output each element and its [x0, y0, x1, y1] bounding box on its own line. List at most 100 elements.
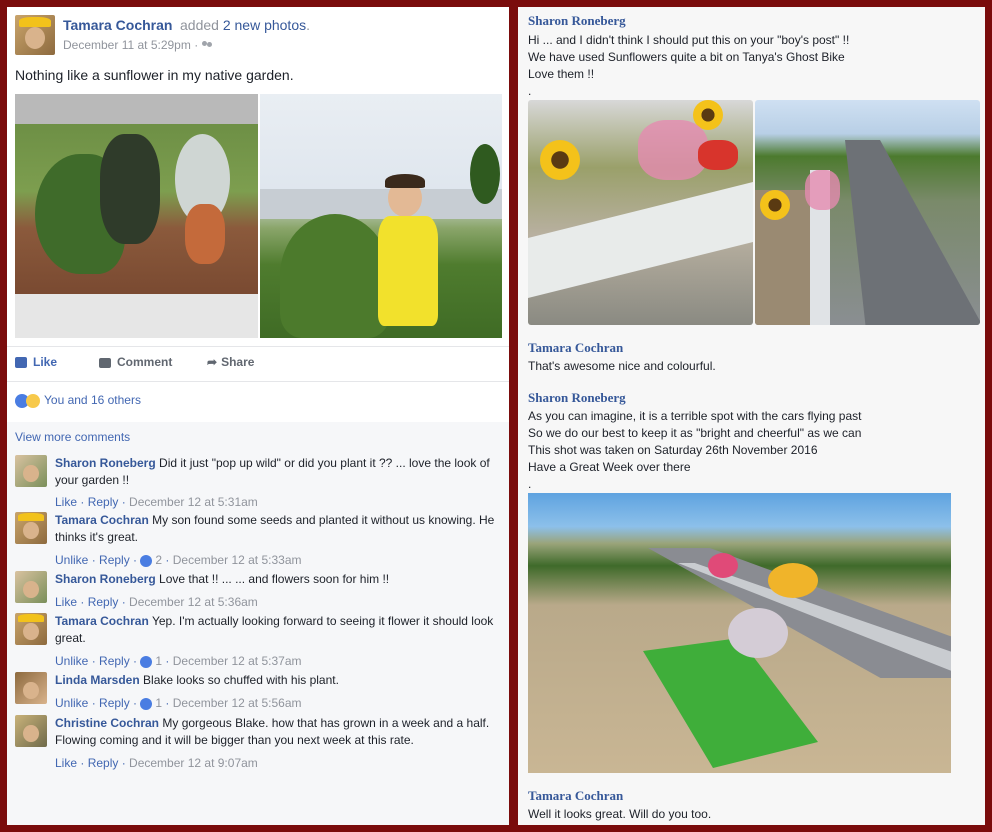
- haha-reaction-icon: [26, 393, 40, 408]
- author-avatar[interactable]: [15, 15, 55, 55]
- message-thread: Sharon Roneberg Hi ... and I didn't thin…: [518, 7, 985, 825]
- message-author[interactable]: Tamara Cochran: [528, 340, 623, 356]
- comment-label: Comment: [117, 355, 173, 369]
- comment-meta: Like · Reply · December 12 at 9:07am: [55, 756, 258, 770]
- reactions-summary[interactable]: You and 16 others: [15, 393, 141, 408]
- commenter-name[interactable]: Tamara Cochran: [55, 614, 149, 628]
- like-count-icon: [140, 655, 153, 668]
- commenter-avatar[interactable]: [15, 571, 47, 603]
- message-line: This shot was taken on Saturday 26th Nov…: [528, 443, 818, 457]
- comment-reply-link[interactable]: Reply: [99, 654, 130, 668]
- post-text: Nothing like a sunflower in my native ga…: [15, 67, 294, 83]
- comment-unlike-link[interactable]: Unlike: [55, 553, 88, 567]
- post-author[interactable]: Tamara Cochran: [63, 17, 172, 33]
- commenter-avatar[interactable]: [15, 613, 47, 645]
- message-line: So we do our best to keep it as "bright …: [528, 426, 862, 440]
- comment-text: Love that !! ... ... and flowers soon fo…: [159, 572, 390, 586]
- garden-sunflower-photo[interactable]: [15, 94, 258, 338]
- maroon-frame: Tamara Cochran added 2 new photos. Decem…: [0, 0, 992, 832]
- comment-icon: [99, 357, 111, 368]
- comment-reply-link[interactable]: Reply: [88, 756, 119, 770]
- view-more-comments[interactable]: View more comments: [15, 430, 130, 444]
- roadside-memorial-photo[interactable]: [755, 100, 980, 325]
- comment-body: Tamara Cochran My son found some seeds a…: [55, 512, 501, 546]
- commenter-name[interactable]: Christine Cochran: [55, 716, 159, 730]
- commenter-avatar[interactable]: [15, 715, 47, 747]
- comment-body: Sharon Roneberg Love that !! ... ... and…: [55, 571, 501, 588]
- comment-time[interactable]: December 12 at 5:33am: [173, 553, 302, 567]
- comment-meta: Like · Reply · December 12 at 5:31am: [55, 495, 258, 509]
- comment-like-link[interactable]: Like: [55, 595, 77, 609]
- post-timestamp: December 11 at 5:29pm ·: [63, 38, 213, 52]
- action-suffix: .: [306, 17, 311, 33]
- commenter-name[interactable]: Sharon Roneberg: [55, 572, 156, 586]
- comment-unlike-link[interactable]: Unlike: [55, 654, 88, 668]
- comment-like-link[interactable]: Like: [55, 495, 77, 509]
- share-button[interactable]: ➦ Share: [207, 355, 254, 369]
- timestamp-text[interactable]: December 11 at 5:29pm: [63, 38, 191, 52]
- message-author[interactable]: Sharon Roneberg: [528, 390, 626, 406]
- commenter-avatar[interactable]: [15, 455, 47, 487]
- like-count[interactable]: 2: [155, 553, 162, 567]
- message-line: Well it looks great. Will do you too.: [528, 807, 712, 821]
- share-label: Share: [221, 355, 255, 369]
- message-line: That's awesome nice and colourful.: [528, 359, 716, 373]
- message-line: .: [528, 477, 532, 491]
- message-line: .: [528, 84, 532, 98]
- comment-time[interactable]: December 12 at 5:31am: [129, 495, 258, 509]
- like-count-icon: [140, 554, 153, 567]
- comment-reply-link[interactable]: Reply: [99, 696, 130, 710]
- action-prefix: added: [180, 17, 219, 33]
- new-photos-link[interactable]: 2 new photos: [223, 17, 306, 33]
- like-label: Like: [33, 355, 58, 369]
- memorial-wide-photo[interactable]: [528, 493, 951, 773]
- share-icon: ➦: [207, 355, 218, 369]
- thumbs-up-icon: [15, 357, 27, 369]
- message-text: As you can imagine, it is a terrible spo…: [528, 408, 862, 493]
- divider: [7, 346, 509, 347]
- commenter-name[interactable]: Linda Marsden: [55, 673, 140, 687]
- friends-audience-icon[interactable]: [202, 41, 213, 50]
- comment-reply-link[interactable]: Reply: [88, 595, 119, 609]
- message-text: Well it looks great. Will do you too.: [528, 806, 711, 823]
- commenter-name[interactable]: Sharon Roneberg: [55, 456, 156, 470]
- comment-reply-link[interactable]: Reply: [99, 553, 130, 567]
- comment-reply-link[interactable]: Reply: [88, 495, 119, 509]
- post-action-text: added 2 new photos.: [180, 17, 310, 33]
- boy-with-sunflower-photo[interactable]: [260, 94, 502, 338]
- comment-button[interactable]: Comment: [99, 355, 172, 369]
- message-line: Have a Great Week over there: [528, 460, 691, 474]
- commenter-avatar[interactable]: [15, 512, 47, 544]
- message-author[interactable]: Tamara Cochran: [528, 788, 623, 804]
- like-count-icon: [140, 697, 153, 710]
- reactions-text: You and 16 others: [44, 393, 141, 407]
- commenter-name[interactable]: Tamara Cochran: [55, 513, 149, 527]
- comment-meta: Unlike · Reply · 1 · December 12 at 5:56…: [55, 696, 302, 710]
- commenter-avatar[interactable]: [15, 672, 47, 704]
- post-actions: Like Comment ➦ Share: [15, 355, 501, 375]
- like-count[interactable]: 1: [155, 696, 162, 710]
- comment-body: Christine Cochran My gorgeous Blake. how…: [55, 715, 501, 749]
- comment-time[interactable]: December 12 at 5:36am: [129, 595, 258, 609]
- message-line: Hi ... and I didn't think I should put t…: [528, 33, 850, 47]
- like-button[interactable]: Like: [15, 355, 57, 369]
- message-text: Hi ... and I didn't think I should put t…: [528, 32, 849, 100]
- comment-like-link[interactable]: Like: [55, 756, 77, 770]
- message-text: That's awesome nice and colourful.: [528, 358, 716, 375]
- divider: [7, 381, 509, 382]
- message-line: We have used Sunflowers quite a bit on T…: [528, 50, 845, 64]
- comment-time[interactable]: December 12 at 5:37am: [173, 654, 302, 668]
- comment-time[interactable]: December 12 at 9:07am: [129, 756, 258, 770]
- facebook-post: Tamara Cochran added 2 new photos. Decem…: [7, 7, 509, 825]
- comment-meta: Unlike · Reply · 1 · December 12 at 5:37…: [55, 654, 302, 668]
- comment-body: Sharon Roneberg Did it just "pop up wild…: [55, 455, 501, 489]
- comment-body: Tamara Cochran Yep. I'm actually looking…: [55, 613, 501, 647]
- comment-text: Blake looks so chuffed with his plant.: [143, 673, 339, 687]
- message-author[interactable]: Sharon Roneberg: [528, 13, 626, 29]
- like-count[interactable]: 1: [155, 654, 162, 668]
- comment-body: Linda Marsden Blake looks so chuffed wit…: [55, 672, 501, 689]
- ghost-bike-sunflowers-photo[interactable]: [528, 100, 753, 325]
- message-line: As you can imagine, it is a terrible spo…: [528, 409, 862, 423]
- comment-unlike-link[interactable]: Unlike: [55, 696, 88, 710]
- comment-time[interactable]: December 12 at 5:56am: [173, 696, 302, 710]
